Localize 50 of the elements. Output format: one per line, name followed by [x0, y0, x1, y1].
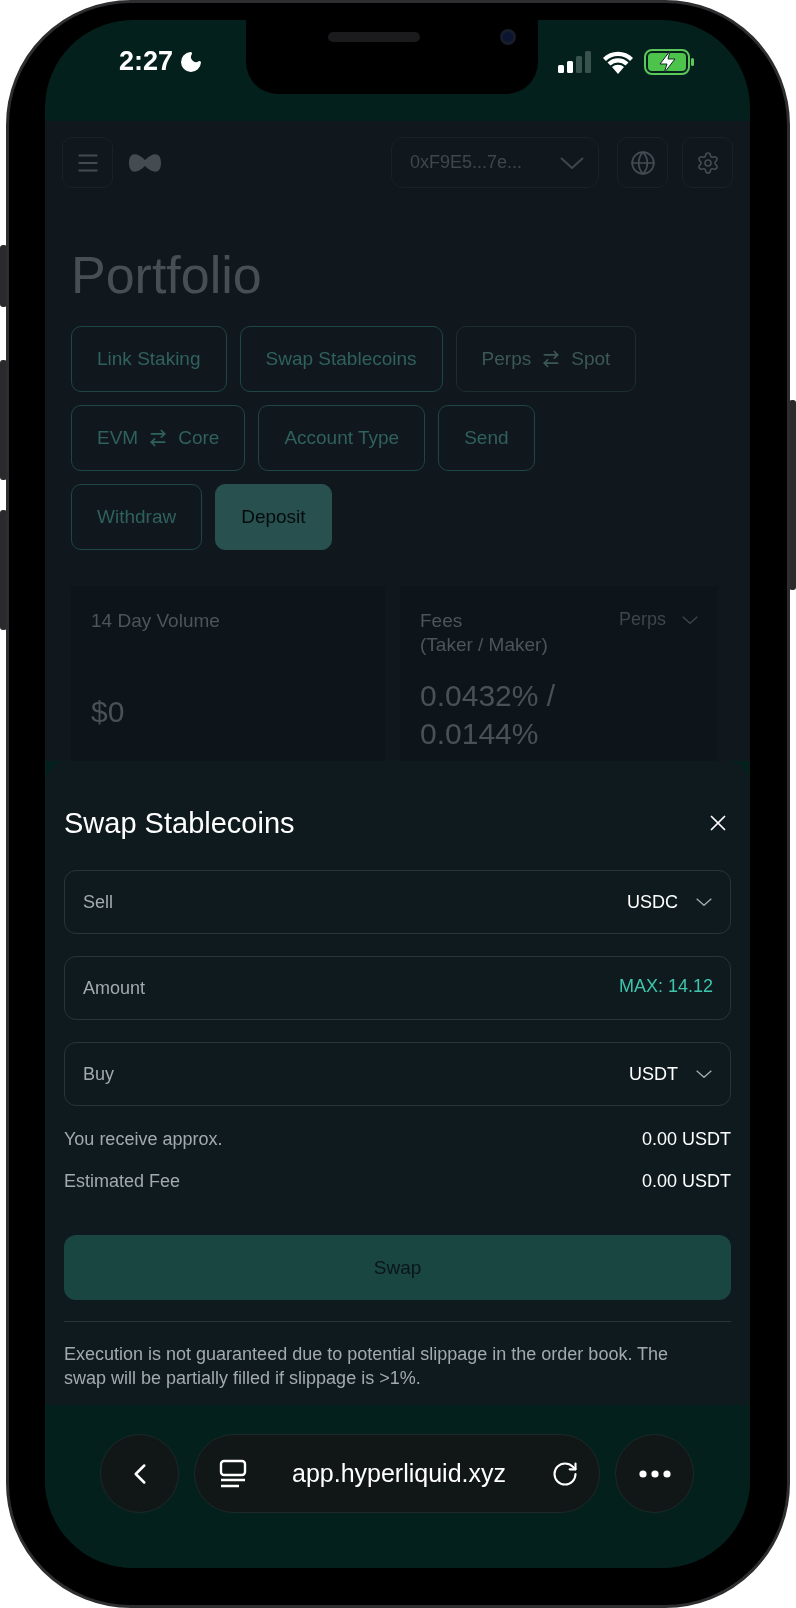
action-button[interactable]: EVM Core — [71, 405, 246, 471]
button-label: EVM — [97, 427, 139, 449]
summary-value: 0.00 USDT — [641, 1170, 731, 1193]
moon-icon — [179, 49, 204, 74]
globe-icon — [629, 149, 656, 176]
chevron-down-icon — [696, 898, 712, 906]
address-bar[interactable]: app.hyperliquid.xyz — [194, 1434, 600, 1513]
action-button[interactable]: Send — [438, 405, 535, 471]
camera-lens — [500, 29, 516, 45]
summary-label: Estimated Fee — [64, 1170, 181, 1193]
action-button[interactable]: Withdraw — [71, 484, 203, 550]
action-button[interactable]: Link Staking — [71, 326, 227, 392]
settings-icon — [695, 150, 720, 175]
stat-label: Fees — [420, 609, 464, 633]
token-select[interactable]: Buy USDT — [64, 1042, 731, 1106]
menu-button[interactable] — [62, 137, 113, 188]
field-label: Buy — [83, 1063, 115, 1085]
stat-label: 14 Day Volume — [91, 609, 220, 633]
battery-charging-icon — [644, 48, 696, 75]
button-label: Perps — [481, 348, 532, 370]
action-button[interactable]: Deposit — [215, 484, 332, 550]
button-label: Spot — [571, 348, 611, 370]
chevron-down-icon — [682, 615, 698, 624]
page-icon — [219, 1458, 247, 1489]
field-label: Sell — [83, 891, 113, 913]
chevron-down-icon — [696, 1070, 712, 1078]
token-value: USDC — [627, 891, 678, 913]
max-link[interactable]: MAX: 14.12 — [618, 976, 713, 997]
language-button[interactable] — [617, 137, 668, 188]
stat-sublabel: (Taker / Maker) — [420, 633, 548, 657]
token-select[interactable]: Sell USDC — [64, 870, 731, 934]
chevron-down-icon — [560, 156, 584, 169]
stat-value: 0.0144% — [420, 716, 540, 752]
settings-button[interactable] — [682, 137, 733, 188]
stat-value: $0 — [91, 694, 126, 730]
sheet-title: Swap Stablecoins — [64, 806, 295, 840]
signal-icon — [558, 50, 592, 73]
stat-value: 0.0432% / — [420, 678, 557, 714]
reload-icon[interactable] — [551, 1459, 579, 1488]
wifi-icon — [602, 49, 634, 74]
action-button[interactable]: Swap Stablecoins — [239, 326, 443, 392]
button-label: Core — [178, 427, 220, 449]
action-button[interactable]: Account Type — [258, 405, 426, 471]
summary-label: You receive approx. — [64, 1128, 223, 1151]
more-icon — [638, 1469, 671, 1478]
status-time: 2:27 — [119, 46, 174, 77]
summary-value: 0.00 USDT — [641, 1128, 731, 1151]
slippage-note: Execution is not guaranteed due to potential slippage in the order book. The swap will be partially filled if slippage is >1%. — [64, 1343, 670, 1390]
token-value: USDT — [629, 1063, 678, 1085]
url-text: app.hyperliquid.xyz — [292, 1459, 506, 1488]
